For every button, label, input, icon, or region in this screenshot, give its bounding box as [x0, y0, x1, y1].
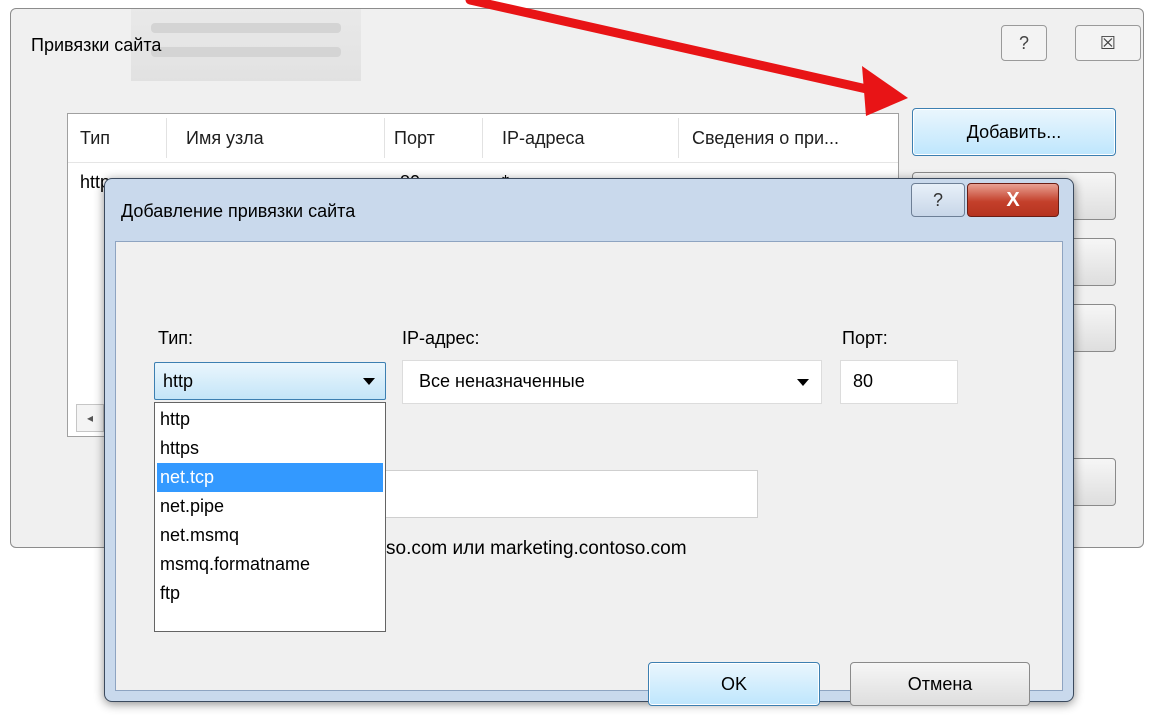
host-name-input[interactable] [326, 470, 758, 518]
type-label: Тип: [158, 328, 194, 348]
dropdown-option-http[interactable]: http [157, 405, 383, 434]
dropdown-option-ftp[interactable]: ftp [157, 579, 383, 608]
dropdown-option-https[interactable]: https [157, 434, 383, 463]
ip-address-select[interactable]: Все неназначенные [402, 360, 822, 404]
dropdown-option-net-tcp[interactable]: net.tcp [157, 463, 383, 492]
help-icon[interactable]: ? [911, 183, 965, 217]
close-icon[interactable]: X [967, 183, 1059, 217]
host-name-example: so.com или marketing.contoso.com [386, 538, 687, 559]
ip-address-value: Все неназначенные [419, 371, 585, 391]
chevron-down-icon [363, 378, 375, 385]
port-value: 80 [853, 371, 874, 391]
add-site-binding-dialog: Добавление привязки сайта ? X Тип: IP-ад… [104, 178, 1074, 706]
dialog-content: Тип: IP-адрес: Порт: http Все неназначен… [115, 241, 1063, 706]
add-binding-title: Добавление привязки сайта [121, 201, 356, 221]
dropdown-option-net-msmq[interactable]: net.msmq [157, 521, 383, 550]
port-input[interactable]: 80 [840, 360, 958, 404]
type-select-value: http [163, 371, 194, 391]
chevron-down-icon [797, 379, 809, 386]
dropdown-option-msmq-formatname[interactable]: msmq.formatname [157, 550, 383, 579]
dropdown-option-net-pipe[interactable]: net.pipe [157, 492, 383, 521]
cancel-button[interactable]: Отмена [850, 662, 1030, 706]
port-label: Порт: [842, 328, 888, 348]
type-dropdown-list[interactable]: http https net.tcp net.pipe net.msmq msm… [154, 402, 386, 632]
ip-address-label: IP-адрес: [402, 328, 480, 348]
type-select[interactable]: http [154, 362, 386, 400]
ok-button[interactable]: OK [648, 662, 820, 706]
